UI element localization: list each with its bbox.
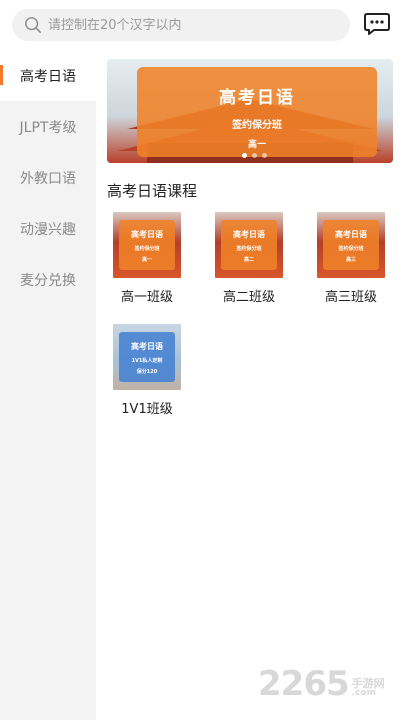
sidebar-item-points-exchange[interactable]: 麦分兑换: [0, 254, 96, 305]
thumbnail-grade: 高一: [141, 257, 152, 263]
message-icon[interactable]: [364, 12, 390, 36]
banner-grade: 高一: [247, 140, 266, 150]
main-content: 高考日语 签约保分班 高一 高考日语课程 高考日语 签约保分班 高一 高一班级: [96, 50, 405, 720]
watermark-number: 2265: [258, 664, 350, 704]
thumbnail-overlay: 高考日语 1V1私人定制 保分120: [119, 332, 175, 382]
carousel-dot[interactable]: [252, 153, 257, 158]
thumbnail-subtitle: 1V1私人定制: [131, 358, 163, 364]
site-watermark: 2265 手游网 .com: [258, 664, 385, 704]
sidebar-item-gaokao[interactable]: 高考日语: [0, 50, 96, 101]
search-icon: [25, 17, 42, 34]
course-card-grade3[interactable]: 高考日语 签约保分班 高三 高三班级: [306, 212, 396, 305]
section-title: 高考日语课程: [107, 182, 198, 200]
search-bar[interactable]: [12, 9, 350, 41]
sidebar-item-label: 外教口语: [20, 170, 76, 187]
thumbnail-subtitle: 签约保分班: [134, 246, 160, 252]
thumbnail-title: 高考日语: [233, 230, 265, 239]
banner-subtitle: 签约保分班: [232, 120, 282, 131]
course-thumbnail[interactable]: 高考日语 1V1私人定制 保分120: [113, 324, 181, 390]
sidebar-item-label: JLPT考级: [19, 119, 77, 136]
category-sidebar: 高考日语 JLPT考级 外教口语 动漫兴趣 麦分兑换: [0, 50, 96, 720]
thumbnail-overlay: 高考日语 签约保分班 高三: [323, 220, 379, 270]
watermark-side: 手游网 .com: [352, 678, 385, 698]
carousel-dot[interactable]: [242, 153, 247, 158]
course-label[interactable]: 高二班级: [204, 286, 294, 305]
top-bar: [0, 0, 405, 50]
course-card-1v1[interactable]: 高考日语 1V1私人定制 保分120 1V1班级: [102, 324, 192, 417]
thumbnail-grade: 保分120: [136, 369, 158, 375]
thumbnail-grade: 高三: [345, 257, 356, 263]
course-label[interactable]: 1V1班级: [102, 398, 192, 417]
thumbnail-subtitle: 签约保分班: [338, 246, 364, 252]
thumbnail-grade: 高二: [243, 257, 254, 263]
sidebar-item-label: 高考日语: [20, 68, 76, 85]
course-label[interactable]: 高三班级: [306, 286, 396, 305]
course-label[interactable]: 高一班级: [102, 286, 192, 305]
watermark-site-en: .com: [351, 688, 376, 698]
course-thumbnail[interactable]: 高考日语 签约保分班 高一: [113, 212, 181, 278]
sidebar-item-jlpt[interactable]: JLPT考级: [0, 101, 96, 152]
thumbnail-title: 高考日语: [131, 230, 163, 239]
thumbnail-overlay: 高考日语 签约保分班 高二: [221, 220, 277, 270]
thumbnail-subtitle: 签约保分班: [236, 246, 262, 252]
carousel-dot[interactable]: [262, 153, 267, 158]
banner-card: 高考日语 签约保分班 高一: [137, 67, 377, 157]
carousel-indicator: [242, 153, 267, 158]
course-card-grade2[interactable]: 高考日语 签约保分班 高二 高二班级: [204, 212, 294, 305]
sidebar-item-oral[interactable]: 外教口语: [0, 152, 96, 203]
promo-banner[interactable]: 高考日语 签约保分班 高一: [107, 59, 393, 163]
search-input[interactable]: [48, 17, 308, 33]
sidebar-item-label: 麦分兑换: [20, 272, 76, 289]
banner-title: 高考日语: [219, 88, 295, 108]
thumbnail-title: 高考日语: [131, 342, 163, 351]
course-card-grade1[interactable]: 高考日语 签约保分班 高一 高一班级: [102, 212, 192, 305]
sidebar-item-anime[interactable]: 动漫兴趣: [0, 203, 96, 254]
thumbnail-overlay: 高考日语 签约保分班 高一: [119, 220, 175, 270]
course-thumbnail[interactable]: 高考日语 签约保分班 高二: [215, 212, 283, 278]
thumbnail-title: 高考日语: [335, 230, 367, 239]
sidebar-item-label: 动漫兴趣: [20, 221, 76, 238]
course-thumbnail[interactable]: 高考日语 签约保分班 高三: [317, 212, 385, 278]
